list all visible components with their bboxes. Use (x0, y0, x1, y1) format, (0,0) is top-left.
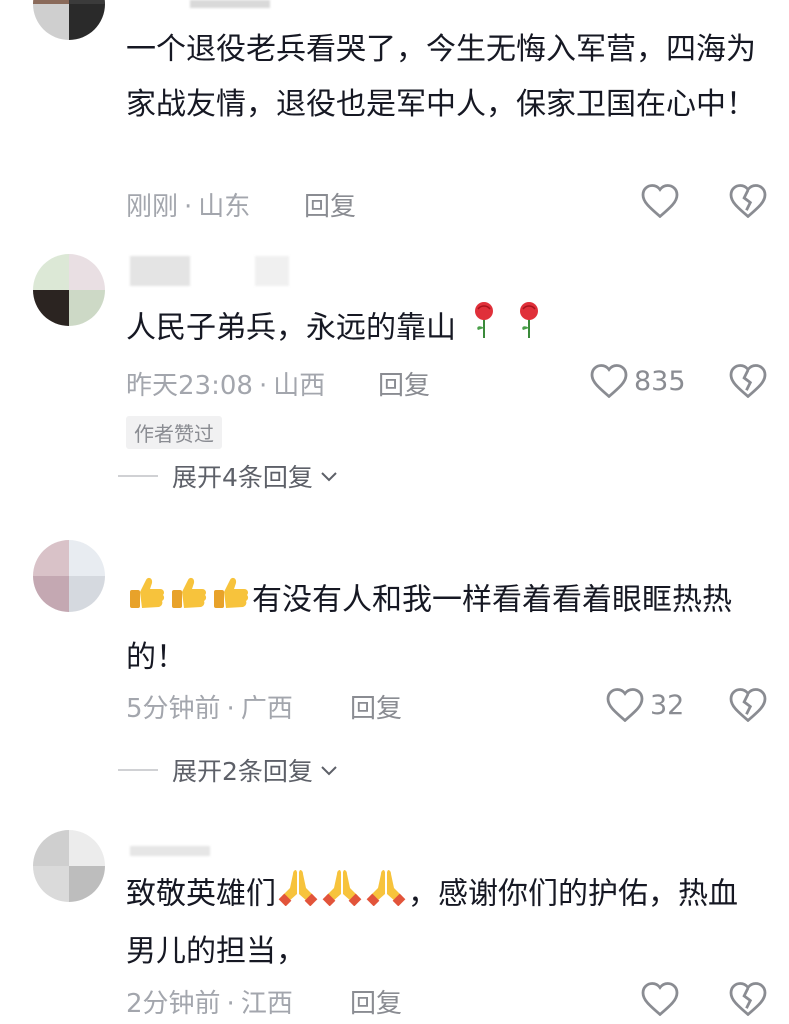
divider-line (118, 475, 158, 477)
chevron-down-icon (321, 472, 337, 482)
comment-time: 2分钟前 (126, 989, 221, 1019)
heart-icon (606, 688, 644, 722)
author-liked-badge: 作者赞过 (126, 416, 222, 449)
comment-time: 5分钟前 (126, 694, 221, 724)
username-blurred (130, 846, 210, 856)
comment-location: 广西 (240, 694, 293, 724)
avatar[interactable] (33, 0, 105, 40)
dislike-button[interactable] (729, 364, 767, 402)
thumbs-up-emoji (126, 572, 168, 630)
comment-text-body: 人民子弟兵，永远的靠山 (126, 310, 456, 346)
like-count: 835 (634, 365, 686, 397)
broken-heart-icon (729, 688, 767, 723)
heart-icon (590, 364, 628, 398)
divider-line (118, 769, 158, 771)
thumbs-up-emoji (210, 572, 252, 630)
thumbs-up-emoji (168, 572, 210, 630)
comment-location: 江西 (240, 989, 293, 1019)
reply-button[interactable]: 回复 (304, 186, 356, 223)
chevron-down-icon (321, 766, 337, 776)
comment-time: 昨天23:08 (126, 371, 253, 401)
comment-meta: 昨天23:08 · 山西 (126, 371, 326, 401)
username-blurred (130, 256, 190, 286)
reply-button[interactable]: 回复 (350, 688, 402, 725)
dislike-button[interactable] (729, 688, 767, 726)
like-button[interactable]: 835 (590, 364, 686, 398)
praying-hands-emoji (276, 866, 320, 924)
comment-text-body: 致敬英雄们 (126, 876, 276, 912)
praying-hands-emoji (320, 866, 364, 924)
like-count: 32 (650, 689, 685, 721)
comment-text: 有没有人和我一样看着看着眼眶热热的！ (126, 572, 766, 685)
broken-heart-icon (729, 364, 767, 399)
rose-emoji (466, 300, 502, 358)
avatar[interactable] (33, 254, 105, 326)
comment-location: 山西 (273, 371, 326, 401)
username-blurred (255, 256, 289, 286)
comment-text: 人民子弟兵，永远的靠山 (126, 300, 766, 358)
expand-replies-button[interactable]: 展开2条回复 (118, 752, 341, 788)
dislike-button[interactable] (729, 982, 767, 1020)
comment-text: 致敬英雄们 ，感谢你们的护佑，热血男儿的担当， (126, 866, 766, 979)
expand-replies-label: 展开4条回复 (172, 463, 313, 492)
avatar[interactable] (33, 830, 105, 902)
comment-meta: 5分钟前 · 广西 (126, 694, 293, 724)
username-blurred (190, 0, 270, 8)
like-button[interactable] (641, 982, 679, 1016)
comment-time: 刚刚 (126, 192, 179, 222)
comment-meta: 2分钟前 · 江西 (126, 989, 293, 1019)
broken-heart-icon (729, 982, 767, 1017)
expand-replies-button[interactable]: 展开4条回复 (118, 458, 341, 494)
broken-heart-icon (729, 184, 767, 219)
expand-replies-label: 展开2条回复 (172, 757, 313, 786)
dislike-button[interactable] (729, 184, 767, 222)
rose-emoji (511, 300, 547, 358)
comment-text: 一个退役老兵看哭了，今生无悔入军营，四海为家战友情，退役也是军中人，保家卫国在心… (126, 32, 756, 122)
praying-hands-emoji (364, 866, 408, 924)
avatar[interactable] (33, 540, 105, 612)
comment-location: 山东 (198, 192, 251, 222)
reply-button[interactable]: 回复 (350, 983, 402, 1020)
heart-icon (641, 184, 679, 218)
comment-meta: 刚刚 · 山东 (126, 192, 251, 222)
like-button[interactable] (641, 184, 679, 218)
reply-button[interactable]: 回复 (378, 365, 430, 402)
heart-icon (641, 982, 679, 1016)
like-button[interactable]: 32 (606, 688, 684, 722)
